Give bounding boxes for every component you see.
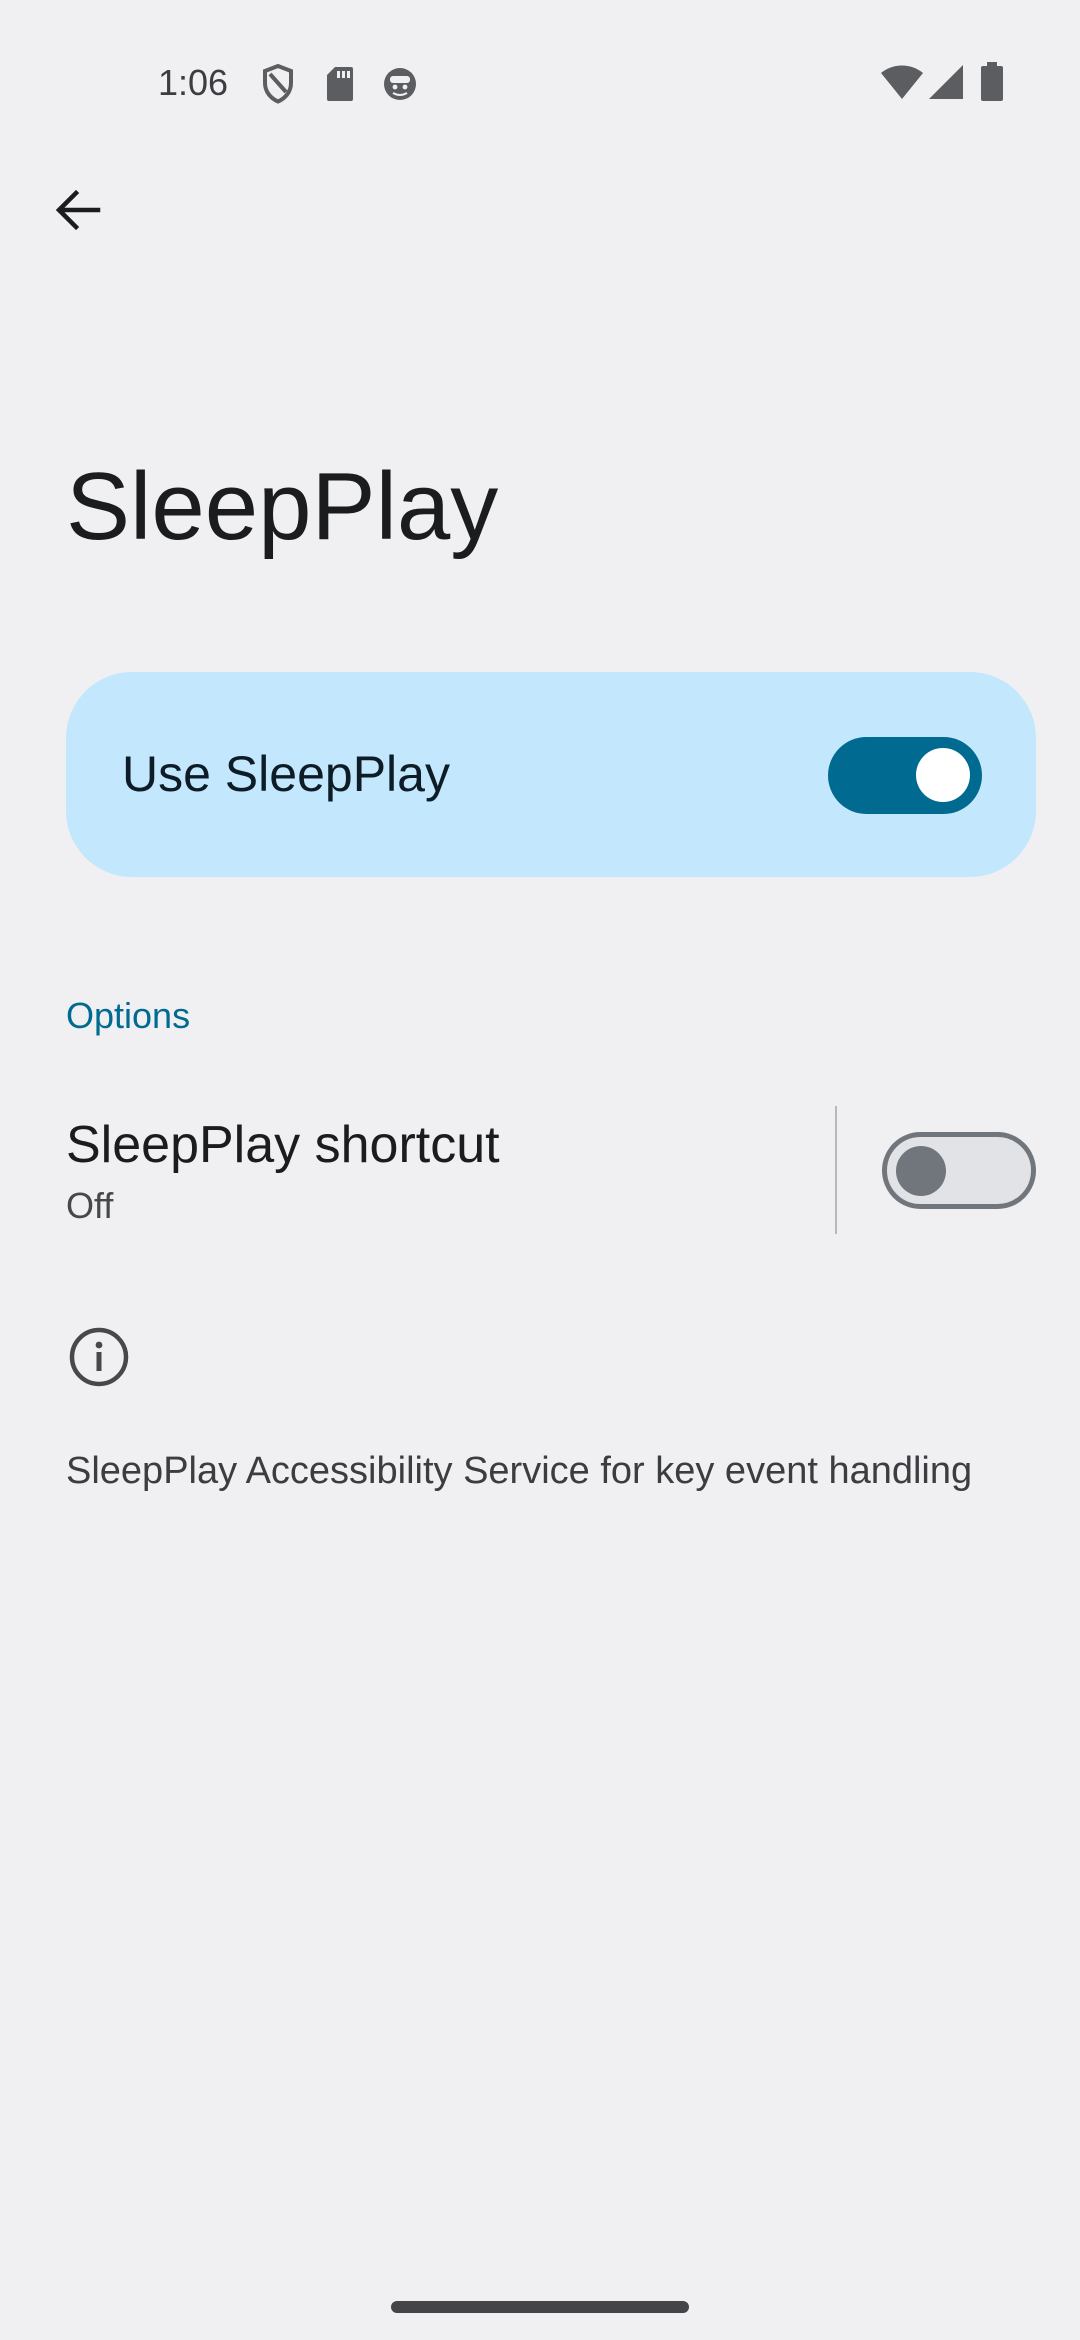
shortcut-toggle[interactable] (882, 1132, 1036, 1209)
use-sleepplay-switch-bar[interactable]: Use SleepPlay (66, 672, 1036, 877)
use-sleepplay-toggle[interactable] (828, 737, 982, 814)
toggle-thumb (896, 1146, 946, 1196)
options-header: Options (66, 995, 191, 1036)
battery-icon (981, 62, 1003, 101)
shortcut-title: SleepPlay shortcut (66, 1116, 500, 1174)
shield-icon (263, 64, 293, 104)
toggle-thumb (916, 748, 970, 802)
gesture-nav-handle[interactable] (391, 2301, 689, 2313)
shortcut-summary: Off (66, 1185, 114, 1226)
page-title: SleepPlay (66, 453, 499, 560)
cell-signal-icon (929, 65, 963, 99)
status-time: 1:06 (158, 62, 229, 103)
android-face-icon (384, 68, 416, 100)
divider (835, 1106, 837, 1234)
sleepplay-shortcut-row[interactable]: SleepPlay shortcut Off (0, 1090, 1080, 1250)
wifi-icon (881, 65, 923, 99)
arrow-back-icon (55, 189, 101, 231)
service-description: SleepPlay Accessibility Service for key … (66, 1450, 973, 1492)
use-sleepplay-label: Use SleepPlay (122, 746, 450, 802)
sd-card-icon (327, 67, 353, 101)
info-icon (69, 1327, 129, 1387)
back-button[interactable] (40, 172, 116, 248)
